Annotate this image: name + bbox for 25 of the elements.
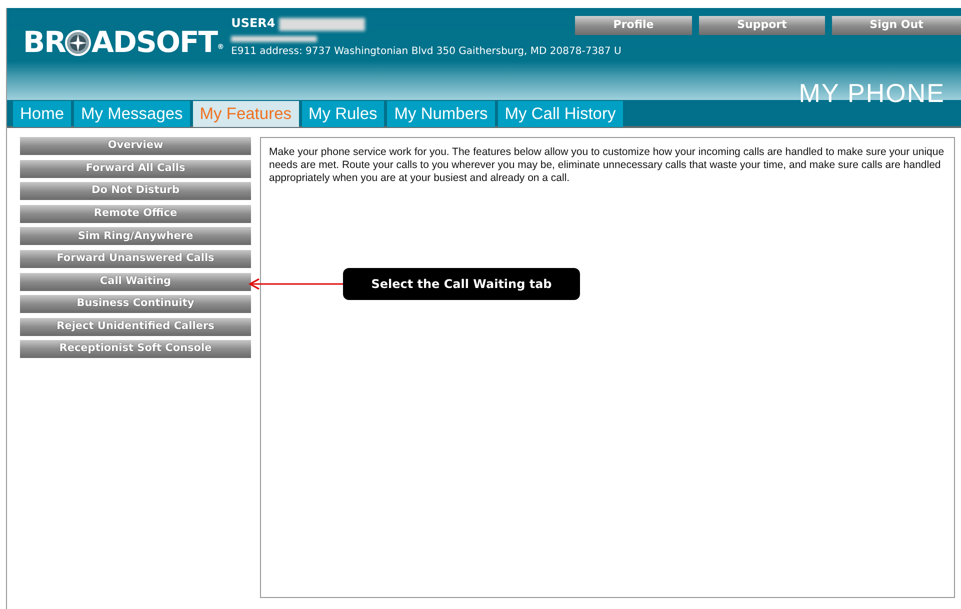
header-button[interactable]: Support bbox=[699, 16, 825, 35]
sidebar-button[interactable]: Sim Ring/Anywhere bbox=[20, 227, 251, 246]
logo-text: BR bbox=[23, 28, 66, 57]
nav-tab[interactable]: My Messages bbox=[74, 101, 190, 127]
nav-tab[interactable]: Home bbox=[13, 101, 72, 127]
sidebar-button[interactable]: Receptionist Soft Console bbox=[20, 340, 251, 358]
sidebar-button[interactable]: Forward Unanswered Calls bbox=[20, 250, 251, 268]
sidebar-button[interactable]: Reject Unidentified Callers bbox=[20, 318, 251, 336]
header-button[interactable]: Profile bbox=[575, 16, 692, 35]
intro-paragraph: Make your phone service work for you. The features below allow you to customize how your incoming calls are handled to make sure your unique needs are met. Route your calls to you wherever you may be, eliminate unnecessary calls that waste your time, and make sure calls are handled appropriately when you are at your busiest and already on a call. bbox=[269, 146, 946, 185]
address-text: E911 address: 9737 Washingtonian Blvd 350 Gaithersburg, MD 20878-7387 U bbox=[231, 45, 622, 59]
logo-text: ADSOFT$^{®}$ bbox=[91, 28, 224, 57]
nav-tab[interactable]: My Rules bbox=[302, 101, 384, 127]
sidebar-button[interactable]: Remote Office bbox=[20, 204, 251, 223]
nav-tab[interactable]: My Features bbox=[192, 101, 298, 127]
user-name: USER4 bbox=[231, 16, 276, 30]
sidebar-button[interactable]: Business Continuity bbox=[20, 295, 251, 314]
callout-label: Select the Call Waiting tab bbox=[343, 268, 580, 300]
header-button[interactable]: Sign Out bbox=[832, 16, 961, 35]
sidebar-button[interactable]: Overview bbox=[20, 137, 251, 155]
sidebar-button[interactable]: Do Not Disturb bbox=[20, 182, 251, 200]
sidebar-button[interactable]: Call Waiting bbox=[20, 272, 251, 291]
nav-tab[interactable]: My Call History bbox=[498, 101, 623, 127]
sidebar-button[interactable]: Forward All Calls bbox=[20, 160, 251, 178]
nav-tab[interactable]: My Numbers bbox=[387, 101, 495, 127]
